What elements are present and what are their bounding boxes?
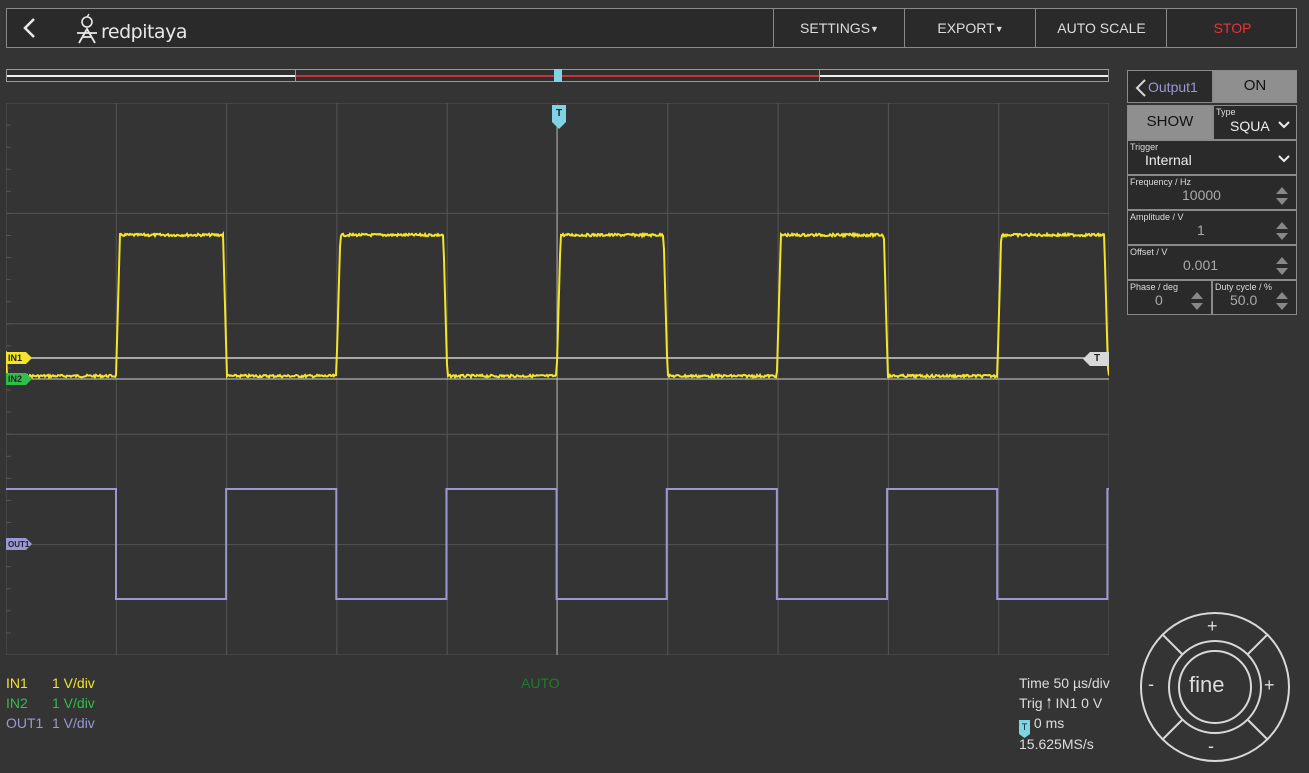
joystick-up-button[interactable]: + [1207, 616, 1218, 637]
view-window-right-edge [819, 69, 820, 82]
in2-name: IN2 [6, 695, 28, 711]
chevron-down-icon [1278, 155, 1290, 163]
scale-joystick: + - - + fine [1138, 610, 1292, 764]
auto-scale-button[interactable]: AUTO SCALE [1035, 9, 1167, 47]
chevron-left-icon [1135, 79, 1146, 97]
frequency-value: 10000 [1182, 187, 1221, 203]
trig-delay: 0 ms [1033, 715, 1065, 731]
out1-marker-label: OUT1 [8, 540, 30, 549]
phase-field[interactable]: Phase / deg 0 [1127, 280, 1212, 315]
chevron-down-icon [1278, 121, 1290, 129]
out1-offset-marker[interactable]: OUT1 [6, 538, 32, 550]
trig-source: IN1 0 V [1055, 695, 1103, 711]
caret-down-icon: ▼ [870, 24, 879, 34]
back-chevron-icon[interactable] [15, 13, 45, 43]
joystick-down-button[interactable]: - [1208, 736, 1214, 757]
view-window-left-edge [295, 69, 296, 82]
settings-label: SETTINGS [800, 20, 871, 36]
spinner-arrows-icon[interactable] [1276, 186, 1288, 206]
trigger-info: Trig 🠑 IN1 0 V [1019, 693, 1102, 713]
in1-scale-info: IN1 [6, 673, 28, 693]
frequency-field[interactable]: Frequency / Hz 10000 [1127, 175, 1297, 210]
duty-cycle-field[interactable]: Duty cycle / % 50.0 [1212, 280, 1297, 315]
arrow-up-icon: 🠑 [1046, 695, 1052, 711]
oscilloscope-display[interactable]: T T IN1 IN2 OUT1 [6, 103, 1109, 655]
settings-menu-button[interactable]: SETTINGS▼ [773, 9, 905, 47]
trigger-label: Trigger [1130, 142, 1159, 152]
in2-scale: 1 V/div [52, 695, 95, 711]
offset-field[interactable]: Offset / V 0.001 [1127, 245, 1297, 280]
output-on-button[interactable]: ON [1213, 70, 1297, 103]
joystick-left-button[interactable]: - [1148, 674, 1154, 695]
trigger-source-select[interactable]: Trigger Internal [1127, 140, 1297, 175]
trigger-time-marker[interactable]: T [552, 105, 566, 129]
trigger-level-marker-label: T [1094, 353, 1101, 364]
spinner-arrows-icon[interactable] [1276, 221, 1288, 241]
in1-name: IN1 [6, 675, 28, 691]
offset-value: 0.001 [1183, 257, 1219, 273]
type-label: Type [1216, 107, 1236, 117]
trigger-value: Internal [1145, 152, 1192, 168]
duty-cycle-value: 50.0 [1230, 292, 1258, 308]
amplitude-field[interactable]: Amplitude / V 1 [1127, 210, 1297, 245]
scope-canvas [6, 103, 1109, 655]
top-toolbar: redpitaya SETTINGS▼ EXPORT▼ AUTO SCALE S… [6, 8, 1297, 48]
buffer-position-slider[interactable] [6, 69, 1109, 82]
frequency-label: Frequency / Hz [1130, 177, 1192, 187]
trig-label: Trig [1019, 695, 1043, 711]
time-per-div: Time 50 µs/div [1019, 675, 1110, 691]
in1-scale: 1 V/div [52, 675, 95, 691]
spinner-arrows-icon[interactable] [1276, 256, 1288, 276]
trigger-level-marker[interactable]: T [1083, 352, 1109, 366]
sample-rate: 15.625MS/s [1019, 736, 1094, 752]
output1-back-button[interactable]: Output1 [1127, 70, 1213, 103]
spinner-arrows-icon[interactable] [1191, 291, 1203, 311]
acquisition-mode-status: AUTO [521, 675, 560, 691]
joystick-right-button[interactable]: + [1264, 675, 1275, 696]
in1-marker-label: IN1 [8, 353, 23, 363]
out1-name: OUT1 [6, 715, 44, 731]
in1-offset-marker[interactable]: IN1 [6, 352, 32, 364]
amplitude-value: 1 [1197, 222, 1205, 238]
offset-label: Offset / V [1130, 247, 1168, 257]
phase-label: Phase / deg [1130, 282, 1179, 292]
out1-scale: 1 V/div [52, 715, 95, 731]
trigger-position-handle[interactable] [554, 69, 562, 82]
show-button[interactable]: SHOW [1127, 105, 1213, 140]
phase-value: 0 [1155, 292, 1163, 308]
logo-text: redpitaya [101, 21, 187, 43]
out1-trace [6, 488, 1109, 600]
waveform-type-select[interactable]: Type SQUA [1213, 105, 1297, 140]
joystick-fine-button[interactable]: fine [1189, 672, 1224, 698]
duty-cycle-label: Duty cycle / % [1215, 282, 1273, 292]
stop-button[interactable]: STOP [1166, 9, 1298, 47]
caret-down-icon: ▼ [994, 24, 1004, 34]
amplitude-label: Amplitude / V [1130, 212, 1184, 222]
in2-marker-label: IN2 [8, 374, 23, 384]
export-label: EXPORT [937, 20, 995, 36]
spinner-arrows-icon[interactable] [1276, 291, 1288, 311]
trigger-time-marker-label: T [556, 108, 563, 119]
in2-offset-marker[interactable]: IN2 [6, 373, 32, 385]
export-menu-button[interactable]: EXPORT▼ [904, 9, 1036, 47]
output1-label: Output1 [1148, 79, 1198, 95]
type-value: SQUA [1230, 118, 1270, 134]
